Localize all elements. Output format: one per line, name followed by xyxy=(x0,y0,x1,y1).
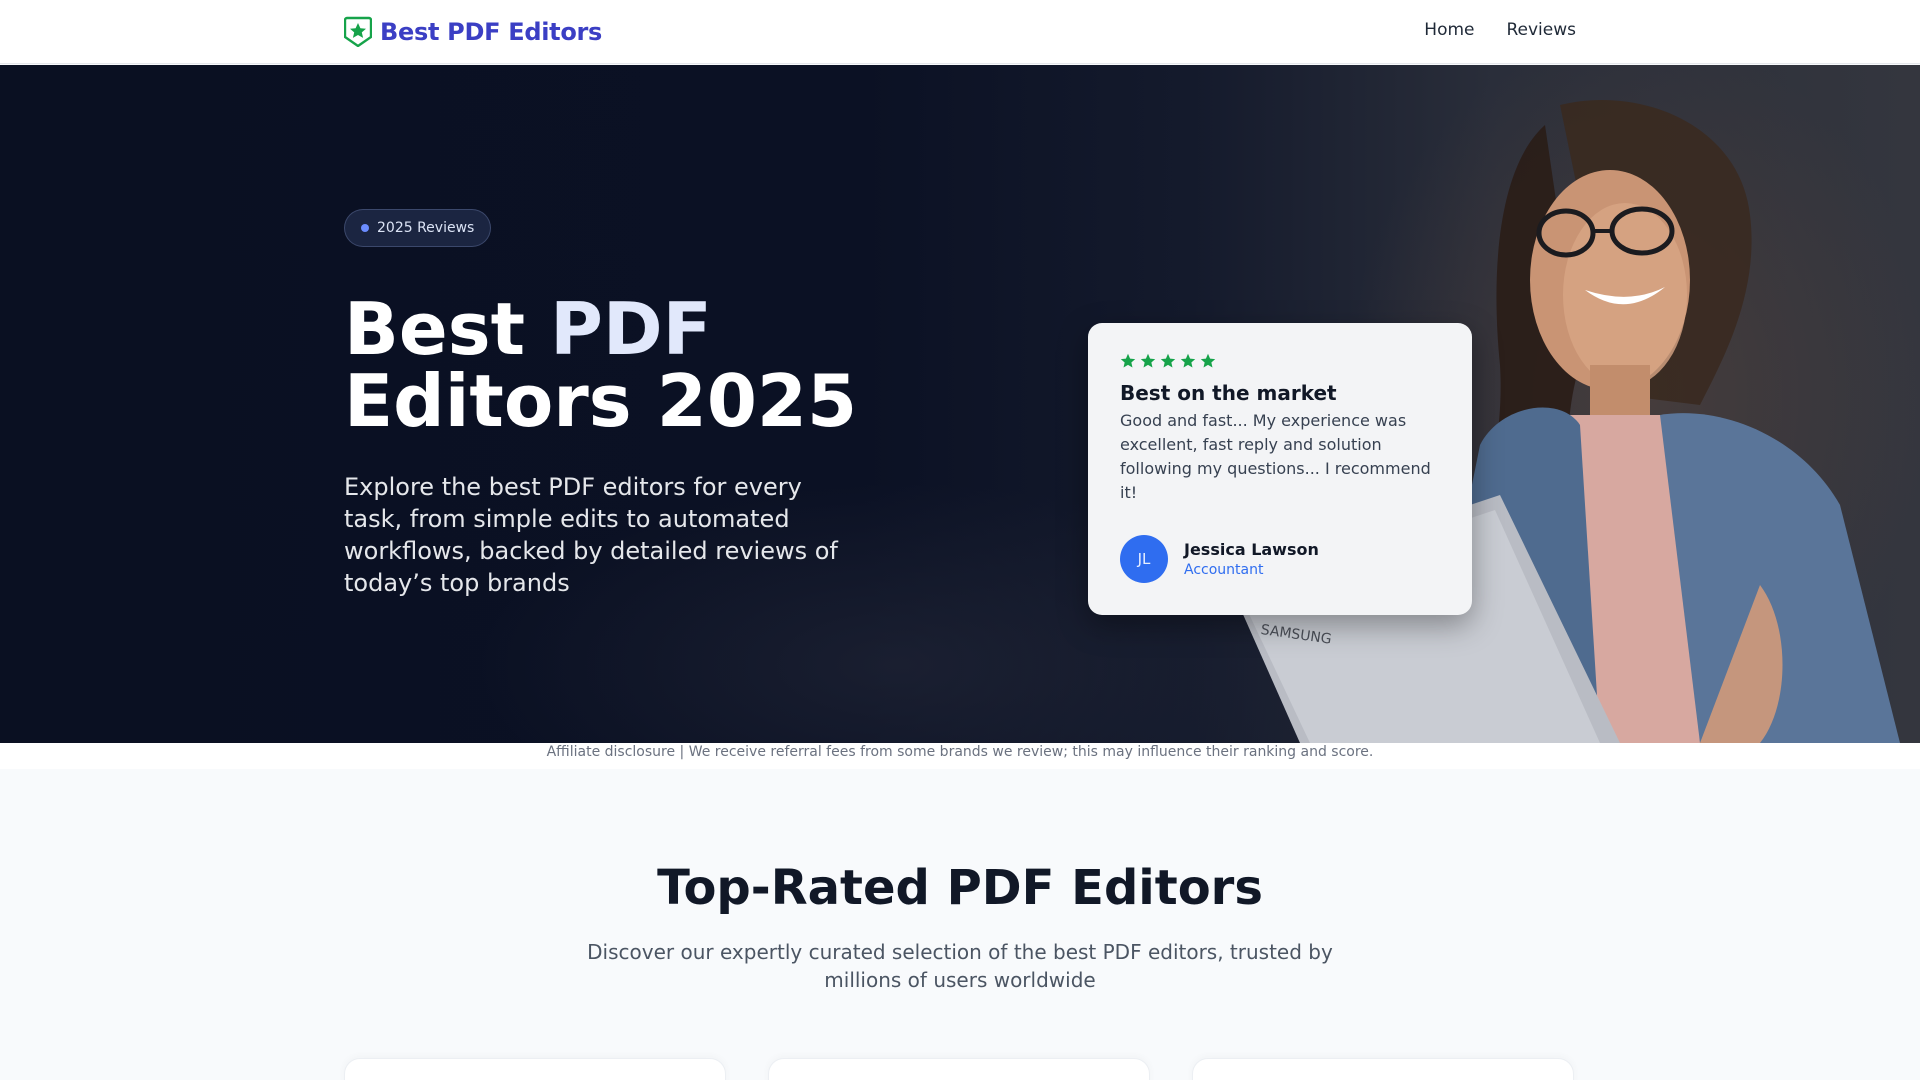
nav-home-link[interactable]: Home xyxy=(1424,20,1474,40)
hero-title: Best PDF Editors 2025 xyxy=(344,293,984,437)
brand-logo-link[interactable]: Best PDF Editors xyxy=(344,16,602,47)
star-shield-icon xyxy=(344,16,372,47)
review-title: Best on the market xyxy=(1120,381,1337,405)
section-subtitle: Discover our expertly curated selection … xyxy=(587,940,1333,992)
reviewer-info: JL Jessica Lawson Accountant xyxy=(1120,535,1319,583)
star-icon xyxy=(1140,353,1156,368)
brand-name: Best PDF Editors xyxy=(380,17,603,46)
product-card[interactable] xyxy=(768,1058,1150,1080)
affiliate-disclosure: Affiliate disclosure | We receive referr… xyxy=(0,743,1920,769)
avatar: JL xyxy=(1120,535,1168,583)
review-body: Good and fast... My experience was excel… xyxy=(1120,411,1431,502)
hero-section: SAMSUNG 2025 Reviews Best PDF Editors 202… xyxy=(0,65,1920,743)
star-icon xyxy=(1180,353,1196,368)
nav-reviews-link[interactable]: Reviews xyxy=(1506,20,1576,40)
star-icon xyxy=(1160,353,1176,368)
reviewer-role: Accountant xyxy=(1184,562,1264,578)
dot-icon xyxy=(361,224,369,232)
rating-stars xyxy=(1120,353,1440,369)
main-nav: Home Reviews xyxy=(1424,20,1576,40)
year-badge: 2025 Reviews xyxy=(344,209,492,247)
section-title: Top-Rated PDF Editors xyxy=(657,860,1263,916)
badge-label: 2025 Reviews xyxy=(377,220,475,236)
product-card[interactable] xyxy=(1192,1058,1574,1080)
star-icon xyxy=(1120,353,1136,368)
star-icon xyxy=(1200,353,1216,368)
reviewer-details: Jessica Lawson Accountant xyxy=(1184,540,1319,578)
testimonial-card: Best on the market Good and fast... My e… xyxy=(1088,323,1472,615)
hero-subtitle: Explore the best PDF editors for every t… xyxy=(344,473,838,597)
site-header: Best PDF Editors Home Reviews xyxy=(0,0,1920,64)
product-card[interactable] xyxy=(344,1058,726,1080)
reviewer-name: Jessica Lawson xyxy=(1184,540,1319,559)
hero-title-part2: Editors 2025 xyxy=(344,359,858,443)
